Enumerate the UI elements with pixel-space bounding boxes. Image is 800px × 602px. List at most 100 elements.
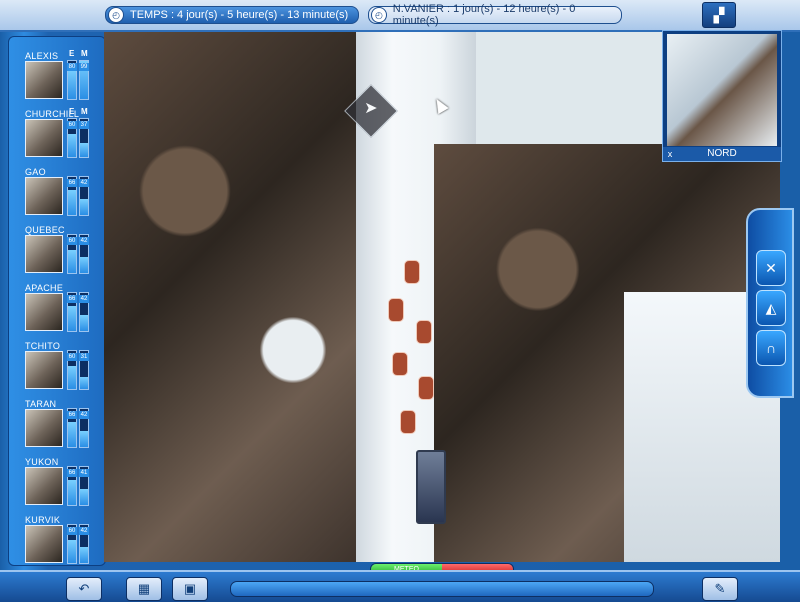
energy-value: 60 bbox=[67, 237, 77, 245]
clock-icon: ◴ bbox=[108, 7, 124, 23]
energy-bar: 60 bbox=[67, 234, 77, 274]
journal-button[interactable]: ✎ bbox=[702, 577, 738, 601]
bottom-bar: ↶ ▦ ▣ ✎ bbox=[0, 570, 800, 602]
morale-label: M bbox=[81, 49, 88, 58]
dog-entry[interactable]: TCHITO 60 31 bbox=[21, 341, 107, 397]
undo-icon: ↶ bbox=[78, 581, 90, 596]
energy-bar: 66 bbox=[67, 292, 77, 332]
energy-value: 80 bbox=[67, 63, 77, 71]
morale-bar: 42 bbox=[79, 234, 89, 274]
energy-value: 66 bbox=[67, 469, 77, 477]
u-turn-icon: ∩ bbox=[765, 340, 777, 356]
dog-entry[interactable]: KURVIK 60 42 bbox=[21, 515, 107, 571]
dog-name: QUEBEC bbox=[25, 225, 65, 235]
dog-sprite bbox=[418, 376, 434, 400]
brake-button[interactable]: ◭ bbox=[756, 290, 786, 326]
dog-sprite bbox=[416, 320, 432, 344]
undo-button[interactable]: ↶ bbox=[66, 577, 102, 601]
energy-bar: 60 bbox=[67, 118, 77, 158]
morale-value: 99 bbox=[79, 63, 89, 71]
dog-sled bbox=[416, 450, 446, 524]
compass-direction: NORD bbox=[663, 147, 781, 161]
elapsed-time-text: TEMPS : 4 jour(s) - 5 heure(s) - 13 minu… bbox=[130, 9, 349, 21]
cliff-left bbox=[104, 32, 374, 562]
dog-portrait bbox=[25, 409, 63, 447]
message-bar bbox=[230, 581, 654, 597]
morale-bar: 42 bbox=[79, 524, 89, 564]
arrow-icon: ➤ bbox=[364, 99, 378, 117]
dog-entry[interactable]: TARAN 66 42 bbox=[21, 399, 107, 455]
record-time-pill: ◴ N.VANIER : 1 jour(s) - 12 heure(s) - 0… bbox=[368, 3, 622, 27]
lead-dog-sprite bbox=[404, 260, 420, 284]
energy-bar: 80 bbox=[67, 60, 77, 100]
dog-name: KURVIK bbox=[25, 515, 61, 525]
dog-portrait bbox=[25, 293, 63, 331]
energy-label: E bbox=[69, 107, 75, 116]
energy-bar: 66 bbox=[67, 408, 77, 448]
morale-bar: 42 bbox=[79, 176, 89, 216]
energy-value: 60 bbox=[67, 353, 77, 361]
minimap-close-button[interactable]: x bbox=[665, 148, 675, 160]
morale-bar: 42 bbox=[79, 292, 89, 332]
morale-value: 42 bbox=[79, 179, 89, 187]
whip-button[interactable]: ✕ bbox=[756, 250, 786, 286]
top-bar: ◴ TEMPS : 4 jour(s) - 5 heure(s) - 13 mi… bbox=[0, 0, 800, 32]
team-panel: ALEXIS E M 80 99 CHURCHILL E M 60 37 GAO… bbox=[8, 36, 106, 566]
dog-name: GAO bbox=[25, 167, 46, 177]
dog-name: YUKON bbox=[25, 457, 59, 467]
energy-bar: 66 bbox=[67, 466, 77, 506]
dog-portrait bbox=[25, 61, 63, 99]
dog-portrait bbox=[25, 351, 63, 389]
energy-value: 60 bbox=[67, 527, 77, 535]
grid-icon: ▦ bbox=[137, 581, 151, 596]
morale-value: 41 bbox=[79, 469, 89, 477]
action-panel: ✕ ◭ ∩ bbox=[746, 208, 794, 398]
morale-bar: 42 bbox=[79, 408, 89, 448]
dog-portrait bbox=[25, 525, 63, 563]
dog-sprite bbox=[400, 410, 416, 434]
morale-label: M bbox=[81, 107, 88, 116]
morale-value: 31 bbox=[79, 353, 89, 361]
minimap-view[interactable] bbox=[667, 34, 777, 146]
dog-name: TCHITO bbox=[25, 341, 61, 351]
elapsed-time-pill: ◴ TEMPS : 4 jour(s) - 5 heure(s) - 13 mi… bbox=[105, 6, 359, 24]
morale-value: 42 bbox=[79, 237, 89, 245]
energy-value: 66 bbox=[67, 179, 77, 187]
energy-bar: 66 bbox=[67, 176, 77, 216]
whip-icon: ✕ bbox=[765, 259, 777, 276]
energy-value: 66 bbox=[67, 295, 77, 303]
dog-entry[interactable]: GAO 66 42 bbox=[21, 167, 107, 223]
record-time-text: N.VANIER : 1 jour(s) - 12 heure(s) - 0 m… bbox=[392, 3, 576, 27]
morale-value: 42 bbox=[79, 411, 89, 419]
morale-value: 42 bbox=[79, 527, 89, 535]
dog-portrait bbox=[25, 467, 63, 505]
dog-entry[interactable]: APACHE 66 42 bbox=[21, 283, 107, 339]
energy-value: 60 bbox=[67, 121, 77, 129]
book-icon: ✎ bbox=[714, 581, 726, 596]
dog-entry[interactable]: CHURCHILL E M 60 37 bbox=[21, 107, 107, 165]
grid-button[interactable]: ▦ bbox=[126, 577, 162, 601]
morale-value: 37 bbox=[79, 121, 89, 129]
dog-portrait bbox=[25, 119, 63, 157]
minimap[interactable]: NORD x bbox=[662, 30, 782, 162]
energy-value: 66 bbox=[67, 411, 77, 419]
disk-icon: ▣ bbox=[183, 581, 197, 596]
dog-sprite bbox=[388, 298, 404, 322]
window-toggle-button[interactable]: ▞ bbox=[702, 2, 736, 28]
dog-entry[interactable]: YUKON 66 41 bbox=[21, 457, 107, 513]
morale-bar: 31 bbox=[79, 350, 89, 390]
morale-bar: 99 bbox=[79, 60, 89, 100]
save-button[interactable]: ▣ bbox=[172, 577, 208, 601]
turn-back-button[interactable]: ∩ bbox=[756, 330, 786, 366]
dog-name: APACHE bbox=[25, 283, 64, 293]
dog-name: ALEXIS bbox=[25, 51, 59, 61]
morale-bar: 41 bbox=[79, 466, 89, 506]
dog-entry[interactable]: QUEBEC 60 42 bbox=[21, 225, 107, 281]
dog-name: TARAN bbox=[25, 399, 57, 409]
boot-icon: ◭ bbox=[765, 299, 777, 316]
energy-bar: 60 bbox=[67, 524, 77, 564]
energy-label: E bbox=[69, 49, 75, 58]
dog-entry[interactable]: ALEXIS E M 80 99 bbox=[21, 49, 107, 107]
dog-sprite bbox=[392, 352, 408, 376]
energy-bar: 60 bbox=[67, 350, 77, 390]
